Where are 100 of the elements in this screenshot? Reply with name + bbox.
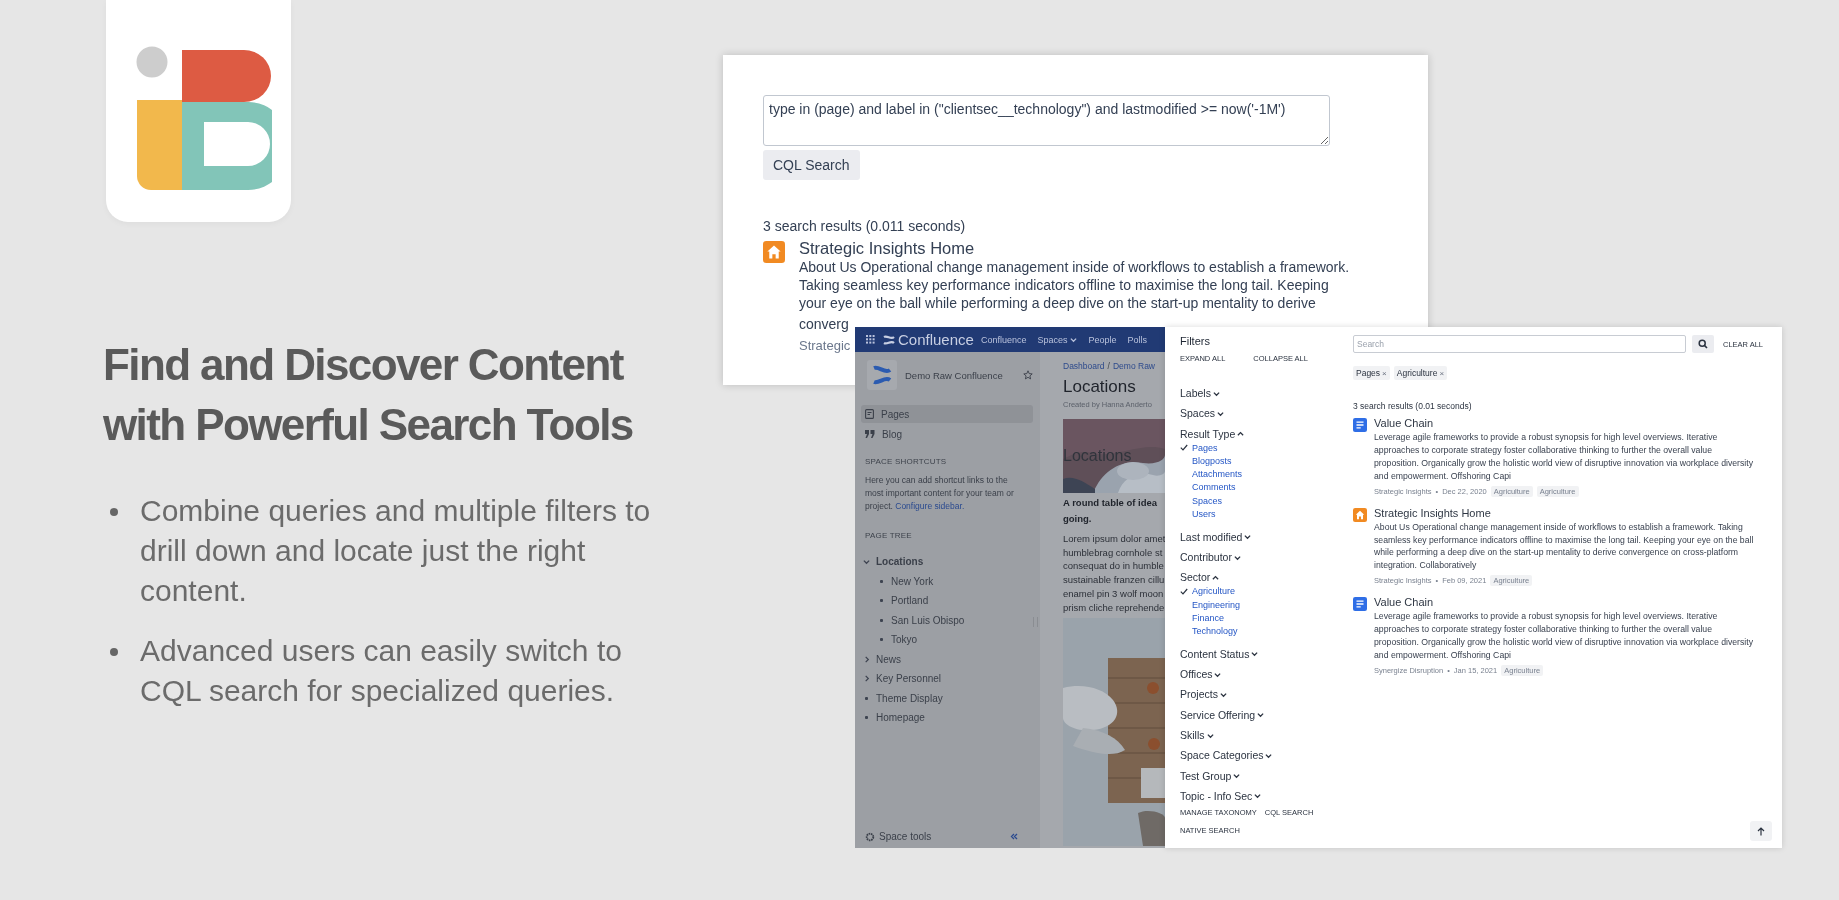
filter-chip[interactable]: Pages × — [1353, 366, 1390, 380]
tree-item[interactable]: Key Personnel — [876, 673, 942, 685]
filter-group[interactable]: Service Offering — [1180, 704, 1353, 725]
result-title[interactable]: Value Chain — [1374, 596, 1759, 609]
nav-link[interactable]: Confluence — [980, 334, 1027, 345]
space-logo-icon — [867, 360, 897, 390]
breadcrumb-link[interactable]: Dashboard — [1063, 361, 1105, 371]
result-space: Strategic — [799, 338, 851, 353]
filter-chip[interactable]: Agriculture × — [1393, 366, 1448, 380]
space-tools-button[interactable]: Space tools — [865, 831, 932, 842]
space-name[interactable]: Demo Raw Confluence — [905, 369, 1015, 381]
shortcuts-text: Here you can add shortcut links to the most important content for your team or project. Configure sidebar. — [865, 474, 1015, 513]
checkmark-icon — [1180, 587, 1188, 595]
results-summary: 3 search results (0.01 seconds) — [1353, 401, 1473, 411]
intro-heading: A round table of idea going. — [1063, 496, 1159, 526]
chevron-down-icon — [1217, 409, 1225, 417]
filter-group[interactable]: Space Categories — [1180, 745, 1353, 766]
chevron-right-icon — [863, 675, 870, 683]
filter-option[interactable]: Finance — [1180, 611, 1353, 625]
sidebar-item[interactable]: Blog — [861, 425, 1033, 443]
breadcrumb-link[interactable]: Demo Raw — [1112, 361, 1155, 371]
chevron-down-icon — [1251, 650, 1259, 658]
tree-item[interactable]: Portland — [891, 595, 929, 607]
nav-link[interactable]: Polls — [1127, 334, 1147, 345]
chevron-down-icon — [1206, 731, 1214, 739]
tree-item[interactable]: Homepage — [876, 712, 925, 724]
filter-group[interactable]: Skills — [1180, 724, 1353, 746]
tree-item[interactable]: Theme Display — [876, 692, 943, 704]
nav-link[interactable]: People — [1088, 334, 1117, 345]
query-field[interactable]: type in (page) and label in ("clientsec__technology") and lastmodified >= now('-1M') — [763, 95, 1330, 146]
chevron-down-icon — [1214, 670, 1222, 678]
section-heading: SPACE SHORTCUTS — [865, 457, 948, 466]
result-description: converg — [799, 315, 849, 334]
bullet-text: Combine queries and multiple filters to drill down and locate just the right content. — [140, 493, 652, 609]
search-field[interactable]: Search — [1353, 335, 1686, 353]
gear-icon — [865, 831, 875, 842]
filter-option[interactable]: Spaces — [1180, 494, 1353, 508]
result-title[interactable]: Value Chain — [1374, 417, 1759, 429]
filter-group[interactable]: Spaces — [1180, 403, 1353, 424]
chevron-up-icon — [1212, 573, 1220, 581]
cql-search-button[interactable]: CQL Search — [763, 150, 860, 180]
section-heading: PAGE TREE — [865, 531, 913, 540]
result-description: Leverage agile frameworks to provide a robust synopsis for high level overviews. Iterative approaches to corporate strategy foster collaborative thinking to further the overall value proposition. Organically grow the holistic world view of disruptive innovation via workplace diversity and empowerment. Offshoring Capi — [1374, 610, 1755, 662]
tree-item[interactable]: Locations — [876, 556, 924, 568]
chevron-down-icon — [1265, 751, 1273, 759]
tree-item[interactable]: Tokyo — [891, 634, 918, 646]
bullet-dot — [110, 508, 118, 516]
result-title[interactable]: Strategic Insights Home — [799, 238, 1359, 258]
filter-option[interactable]: Technology — [1180, 624, 1353, 638]
nav-link[interactable]: Spaces — [1037, 334, 1078, 345]
filter-group[interactable]: Offices — [1180, 664, 1353, 685]
page-icon — [1353, 418, 1367, 432]
chevron-down-icon — [1212, 389, 1220, 397]
filter-group[interactable]: Labels — [1180, 383, 1353, 404]
headline: Find and Discover Content with Powerful Search Tools — [103, 339, 633, 451]
body-text: Lorem ipsum dolor amet humblebrag cornhole st consequat do in humble sustainable franzen cillu enamel pin 3 wolf moon prism cliche reprehende — [1063, 532, 1165, 615]
chevron-down-icon — [1233, 553, 1241, 561]
page-title: Locations — [1063, 377, 1137, 397]
chevron-down-icon — [1070, 336, 1078, 343]
filter-group[interactable]: Content Status — [1180, 643, 1353, 665]
breadcrumb-separator: / — [1107, 361, 1110, 371]
product-logo[interactable]: Confluence — [883, 331, 974, 348]
house-icon — [1353, 507, 1367, 522]
filter-group[interactable]: Contributor — [1180, 546, 1353, 568]
bullet-text: Advanced users can easily switch to CQL search for specialized queries. — [140, 633, 623, 709]
chevron-down-icon — [1233, 772, 1241, 780]
filter-group[interactable]: Test Group — [1180, 765, 1353, 786]
star-icon[interactable] — [1023, 370, 1033, 380]
search-button[interactable] — [1692, 335, 1714, 353]
chevron-down-icon — [863, 558, 870, 566]
filter-group[interactable]: Last modified — [1180, 526, 1353, 547]
collapse-sidebar-icon[interactable] — [1010, 833, 1018, 840]
quote-icon — [865, 430, 875, 438]
arrow-up-icon — [1757, 826, 1765, 836]
filter-group[interactable]: Topic - Info Sec — [1180, 785, 1353, 807]
filter-option[interactable]: Engineering — [1180, 597, 1353, 612]
result-description: About Us Operational change management inside of workflows to establish a framework. Taking seamless key performance indicators offline to maximise the long tail. Keeping your eye on the ball while performing a deep dive on the start-up mentality to derive convergence on cross-platform integration. Collaboratively — [1374, 520, 1755, 573]
tree-item[interactable]: New York — [891, 575, 934, 587]
chevron-down-icon — [1257, 711, 1265, 719]
house-icon — [763, 241, 785, 263]
checkmark-icon — [1180, 444, 1188, 452]
banner-title: Locations — [1063, 447, 1132, 465]
result-title[interactable]: Strategic Insights Home — [1374, 506, 1759, 519]
page-icon — [1353, 597, 1367, 612]
chevron-down-icon — [1244, 533, 1252, 541]
tree-item[interactable]: News — [876, 653, 901, 665]
filter-option[interactable]: Blogposts — [1180, 454, 1353, 468]
filter-option[interactable]: Comments — [1180, 480, 1353, 495]
filter-group[interactable]: Projects — [1180, 684, 1353, 705]
chevron-down-icon — [1219, 691, 1227, 698]
filter-option[interactable]: Users — [1180, 507, 1353, 521]
filter-option[interactable]: Attachments — [1180, 467, 1353, 481]
chevron-up-icon — [1237, 430, 1245, 438]
search-icon — [1698, 339, 1708, 349]
page-icon — [865, 409, 874, 419]
bullet-dot — [110, 648, 118, 656]
scroll-top-button[interactable] — [1750, 821, 1772, 841]
tree-item[interactable]: San Luis Obispo — [891, 614, 965, 626]
results-summary: 3 search results (0.011 seconds) — [763, 217, 967, 236]
app-grid-icon[interactable] — [866, 335, 875, 344]
